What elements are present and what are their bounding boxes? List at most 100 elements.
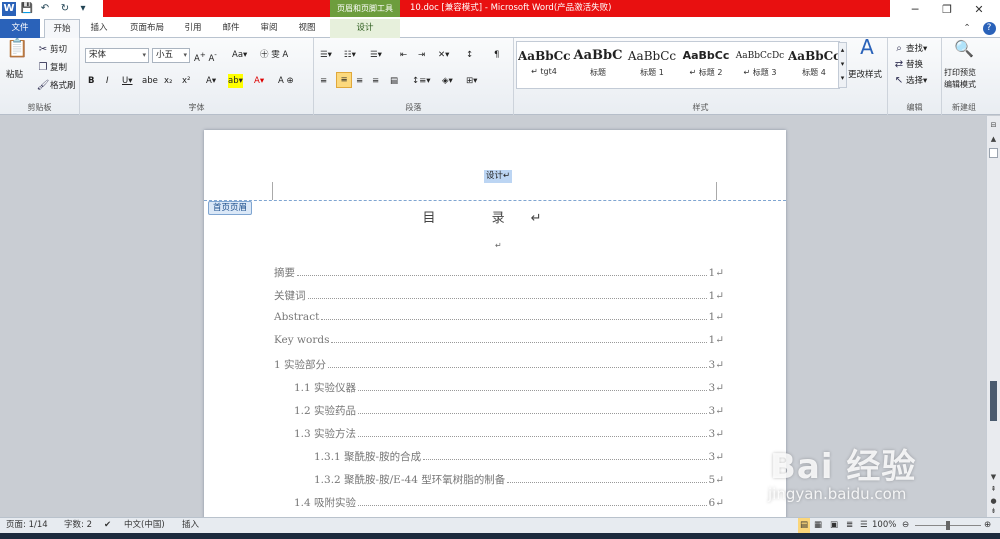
next-page-icon[interactable]: ⇟	[988, 506, 999, 517]
change-styles-icon[interactable]: A	[854, 37, 880, 64]
outline-icon[interactable]: ≣	[846, 518, 853, 533]
vertical-scrollbar[interactable]: ⊟ ▲ ▼ ⇞ ● ⇟	[986, 116, 1000, 517]
language[interactable]: 中文(中国)	[124, 518, 165, 533]
shading-icon[interactable]: ◈▾	[442, 74, 453, 88]
toc-entry[interactable]: Abstract 1↵	[274, 311, 724, 323]
scroll-thumb[interactable]	[989, 148, 998, 158]
line-spacing-icon[interactable]: ↕≡▾	[412, 74, 431, 88]
italic-icon[interactable]: I	[106, 74, 109, 88]
tab-insert[interactable]: 插入	[84, 19, 114, 38]
tab-mailings[interactable]: 邮件	[216, 19, 246, 38]
distributed-icon[interactable]: ▤	[390, 74, 398, 88]
proofing-icon[interactable]: ✔	[104, 518, 111, 533]
numbering-icon[interactable]: ☷▾	[344, 48, 356, 62]
minimize-button[interactable]: ─	[900, 0, 930, 19]
toc-entry[interactable]: 1.1 实验仪器 3↵	[294, 380, 724, 395]
full-screen-reading-icon[interactable]: ▦	[814, 518, 822, 533]
style-title[interactable]: AaBbC 标题	[572, 43, 624, 87]
zoom-in-icon[interactable]: ⊕	[984, 518, 991, 533]
align-left-icon[interactable]: ≡	[320, 74, 327, 88]
tab-page-layout[interactable]: 页面布局	[124, 19, 170, 38]
align-center-icon[interactable]: ≡	[336, 72, 352, 88]
grow-font-icon[interactable]: A+ A-	[194, 48, 217, 66]
print-layout-icon[interactable]: ▤	[798, 518, 811, 533]
toc-entry[interactable]: 1.4 吸附实验 6↵	[294, 495, 724, 510]
font-name-select[interactable]: 宋体 ▾	[85, 48, 149, 63]
scroll-up-icon[interactable]: ▲	[988, 134, 999, 145]
highlight-icon[interactable]: ab▾	[228, 74, 243, 88]
toc-entry[interactable]: 1.2 实验药品 3↵	[294, 403, 724, 418]
show-marks-icon[interactable]: ¶	[494, 48, 499, 62]
zoom-slider-thumb[interactable]	[946, 521, 950, 530]
copy-button[interactable]: ❐ 复制	[36, 61, 68, 75]
toc-entry[interactable]: 摘要 1↵	[274, 265, 724, 280]
word-app-icon[interactable]: W	[2, 2, 16, 16]
decrease-indent-icon[interactable]: ⇤	[400, 48, 407, 62]
increase-indent-icon[interactable]: ⇥	[418, 48, 425, 62]
draft-icon[interactable]: ☰	[860, 518, 868, 533]
web-layout-icon[interactable]: ▣	[830, 518, 838, 533]
word-count[interactable]: 字数: 2	[64, 518, 92, 533]
style-heading-3[interactable]: AaBbCcDc ↵ 标题 3	[734, 43, 786, 87]
tab-home[interactable]: 开始	[44, 19, 80, 38]
subscript-icon[interactable]: x₂	[164, 74, 172, 88]
zoom-out-icon[interactable]: ⊖	[902, 518, 909, 533]
undo-icon[interactable]: ↶	[38, 2, 52, 16]
borders-icon[interactable]: ⊞▾	[466, 74, 477, 88]
edit-mode-button[interactable]: 编辑模式	[944, 78, 976, 92]
select-button[interactable]: ↖ 选择▾	[892, 74, 928, 88]
toc-entry[interactable]: 1.3 实验方法 3↵	[294, 426, 724, 441]
sort-icon[interactable]: ↕	[466, 48, 473, 62]
replace-button[interactable]: ⇄ 替换	[892, 58, 923, 72]
redo-icon[interactable]: ↻	[58, 2, 72, 16]
tab-references[interactable]: 引用	[178, 19, 208, 38]
bullets-icon[interactable]: ☰▾	[320, 48, 332, 62]
align-right-icon[interactable]: ≡	[356, 74, 363, 88]
paste-icon[interactable]: 📋	[6, 40, 28, 66]
restore-button[interactable]: ❐	[932, 0, 962, 19]
multilevel-list-icon[interactable]: ☰▾	[370, 48, 382, 62]
tab-file[interactable]: 文件	[0, 19, 40, 38]
close-button[interactable]: ✕	[964, 0, 994, 19]
font-color-icon[interactable]: A▾	[254, 74, 264, 88]
insert-mode[interactable]: 插入	[182, 518, 199, 533]
toc-entry[interactable]: 关键词 1↵	[274, 288, 724, 303]
help-icon[interactable]: ?	[980, 19, 998, 38]
style-heading-4[interactable]: AaBbCc 标题 4	[788, 43, 840, 87]
style-heading-1[interactable]: AaBbCc 标题 1	[626, 43, 678, 87]
tab-view[interactable]: 视图	[292, 19, 322, 38]
scroll-down-icon[interactable]: ▼	[988, 472, 999, 483]
previous-page-icon[interactable]: ⇞	[988, 484, 999, 495]
justify-icon[interactable]: ≡	[372, 74, 379, 88]
styles-scroll-icon[interactable]: ▴ ▾ ▾	[838, 42, 847, 88]
ruler-toggle-icon[interactable]: ⊟	[988, 120, 999, 131]
tab-review[interactable]: 审阅	[254, 19, 284, 38]
bold-icon[interactable]: B	[88, 74, 94, 88]
format-painter-button[interactable]: 🖌格式刷	[36, 79, 76, 93]
collapse-ribbon-icon[interactable]: ⌃	[958, 19, 976, 38]
toc-entry[interactable]: Key words 1↵	[274, 334, 724, 346]
toc-entry[interactable]: 1 实验部分 3↵	[274, 357, 724, 372]
font-size-select[interactable]: 小五 ▾	[152, 48, 190, 63]
strikethrough-icon[interactable]: abe	[142, 74, 158, 88]
text-effects-icon[interactable]: A▾	[206, 74, 216, 88]
customize-qat-icon[interactable]: ▾	[76, 2, 90, 16]
toc-title[interactable]: 目 录↵	[204, 207, 786, 226]
page-count[interactable]: 页面: 1/14	[6, 518, 48, 533]
style-heading-2[interactable]: AaBbCc ↵ 标题 2	[680, 43, 732, 87]
save-icon[interactable]: 💾	[20, 2, 34, 16]
tab-design[interactable]: 设计	[330, 19, 400, 38]
cut-button[interactable]: ✂ 剪切	[36, 43, 67, 57]
char-shading-icon[interactable]: A ⊕	[278, 74, 294, 88]
header-text[interactable]: 设计↵	[484, 170, 513, 183]
underline-icon[interactable]: U▾	[122, 74, 133, 88]
find-button[interactable]: ⌕ 查找▾	[892, 42, 927, 56]
zoom-level[interactable]: 100%	[872, 518, 896, 533]
toc-entry[interactable]: 1.3.2 聚酰胺-胺/E-44 型环氧树脂的制备 5↵	[314, 472, 724, 487]
asian-layout-icon[interactable]: ✕▾	[438, 48, 449, 62]
superscript-icon[interactable]: x²	[182, 74, 190, 88]
change-styles-button[interactable]: 更改样式	[848, 68, 882, 82]
phonetic-guide-icon[interactable]: ㊉ 雯 A	[260, 48, 288, 62]
style-tgt4[interactable]: AaBbCcDc↵ tgt4	[518, 43, 570, 87]
document-page[interactable]: 设计↵ 首页页眉 目 录↵ ↵ 摘要 1↵ 关键词 1↵ Abstract 1↵ Ke…	[204, 130, 786, 520]
